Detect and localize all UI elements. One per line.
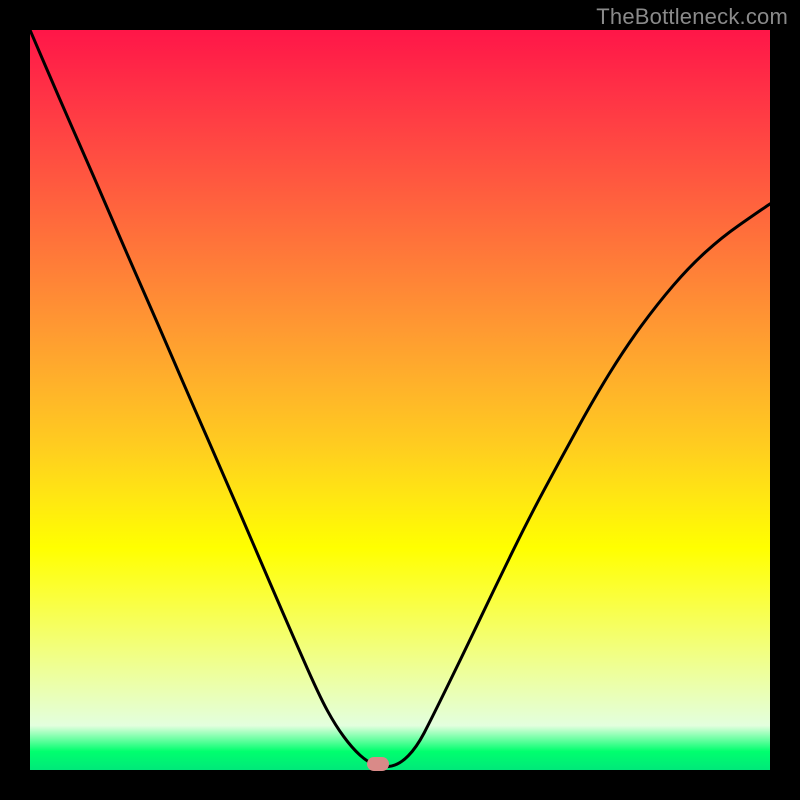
bottleneck-curve [30,30,770,770]
plot-area [30,30,770,770]
watermark-text: TheBottleneck.com [596,4,788,30]
chart-frame: TheBottleneck.com [0,0,800,800]
optimal-marker [367,757,389,771]
